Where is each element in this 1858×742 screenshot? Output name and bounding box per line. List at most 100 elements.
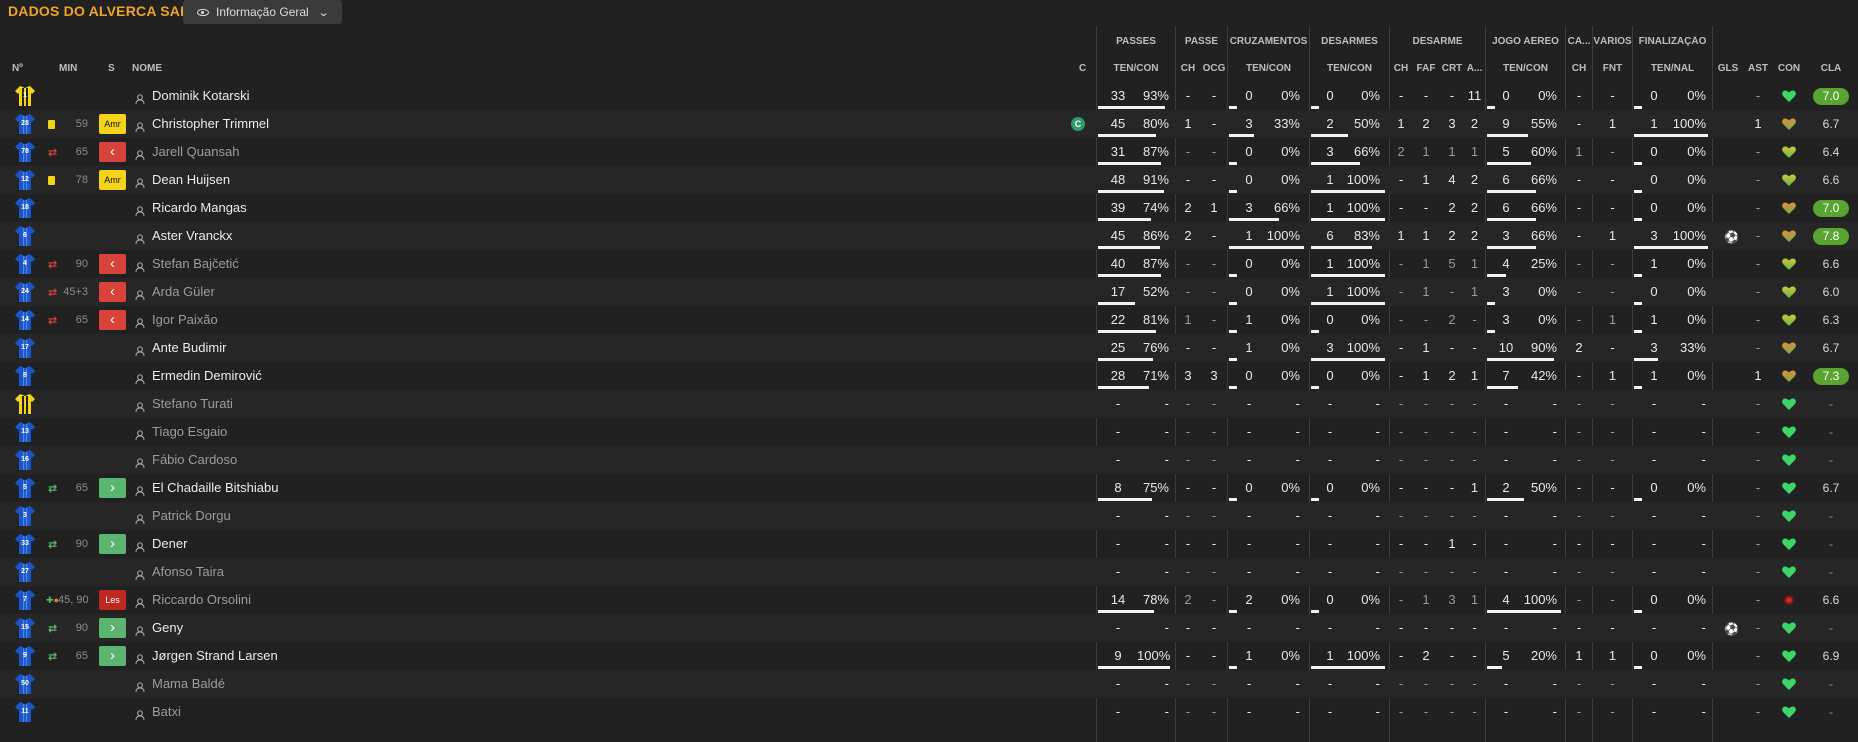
table-row[interactable]: 15 ⇄ 90 › Geny - - - - - - - - - - - - - - - - - - ⚽ - - [0, 614, 1858, 642]
col-header-gls[interactable]: GLS [1715, 63, 1741, 74]
col-header-min[interactable]: MIN [59, 63, 77, 74]
shirt-icon: 16 [14, 449, 36, 471]
table-row[interactable]: 14 ⇄ 65 ‹ Igor Paixão 22 81% 1-1 0% 0 0% - -2-3 0% -1 1… [0, 306, 1858, 334]
col-header-cruz-ten-con[interactable]: TEN/CON [1228, 63, 1309, 74]
view-dropdown[interactable]: Informação Geral ⌄ [183, 0, 342, 24]
player-name[interactable]: Dean Huijsen [152, 166, 230, 194]
player-name[interactable]: Riccardo Orsolini [152, 586, 251, 614]
table-row[interactable]: 7 ✚● 45, 90 Les Riccardo Orsolini 14 78% 2-2 0% 0… [0, 586, 1858, 614]
table-row[interactable]: 78 ⇄ 65 ‹ Jarell Quansah 31 87% - -0 0% 3 66% 2 1 1 1 5 6… [0, 138, 1858, 166]
desarme-ch-value: - [1398, 172, 1404, 187]
rating-value: 6.6 [1822, 257, 1840, 271]
rating-value: 6.7 [1822, 341, 1840, 355]
player-name[interactable]: Tiago Esgaio [152, 418, 227, 446]
desarme-crt-value: 3 [1448, 116, 1456, 131]
player-name[interactable]: Jørgen Strand Larsen [152, 642, 278, 670]
player-name[interactable]: Ante Budimir [152, 334, 226, 362]
col-header-ca-ch[interactable]: CH [1566, 63, 1592, 74]
player-name[interactable]: Batxi [152, 698, 181, 726]
player-name[interactable]: Christopher Trimmel [152, 110, 269, 138]
col-header-ast[interactable]: AST [1745, 63, 1771, 74]
col-header-cla[interactable]: CLA [1813, 63, 1849, 74]
col-header-desarme-a[interactable]: A... [1464, 63, 1485, 74]
player-name[interactable]: Dener [152, 530, 187, 558]
person-icon [135, 623, 145, 637]
table-row[interactable]: 33 ⇄ 90 › Dener - - - - - - - - - - 1 - - - - - - - - - [0, 530, 1858, 558]
player-name[interactable]: Dominik Kotarski [152, 82, 250, 110]
passes-bar [1098, 190, 1164, 193]
passe-ch-value: - [1185, 396, 1191, 411]
col-header-passe-ocg[interactable]: OCG [1201, 63, 1227, 74]
table-row[interactable]: 13 Tiago Esgaio - - - - - - - - - - - - - - - - - - - - [0, 418, 1858, 446]
tackles-attempted: - [1327, 424, 1333, 439]
col-header-passe-ch[interactable]: CH [1176, 63, 1200, 74]
col-header-num[interactable]: Nº [12, 63, 23, 74]
player-name[interactable]: Afonso Taira [152, 558, 224, 586]
shots-bar [1634, 190, 1642, 193]
shots-attempted: - [1651, 676, 1657, 691]
col-header-desarmes-ten-con[interactable]: TEN/CON [1310, 63, 1389, 74]
player-name[interactable]: Patrick Dorgu [152, 502, 231, 530]
table-row[interactable]: 9 ⇄ 65 › Jørgen Strand Larsen 9 100% - -1 0% 1 100%… [0, 642, 1858, 670]
col-header-desarme-ch[interactable]: CH [1390, 63, 1412, 74]
col-header-fnt[interactable]: FNT [1593, 63, 1632, 74]
shots-attempted: - [1651, 564, 1657, 579]
table-row[interactable]: 12 78 Amr Dean Huijsen 48 91% - -0 0% 1 100% -1 4 2 6 6… [0, 166, 1858, 194]
top-bar: DADOS DO ALVERCA SAD Informação Geral ⌄ [0, 0, 1858, 26]
table-row[interactable]: 17 Ante Budimir 25 76% - -1 0% 3 100% -1- -10 90% 2-… [0, 334, 1858, 362]
table-row[interactable]: 28 59 Amr Christopher Trimmel C 45 80% 1-3 33% 2 5… [0, 110, 1858, 138]
fnt-value: - [1610, 256, 1615, 271]
table-row[interactable]: 18 Ricardo Mangas 39 74% 2 1 3 66% 1 100% - -2 2 6 66%… [0, 194, 1858, 222]
col-header-c[interactable]: C [1079, 63, 1086, 74]
col-header-desarme-faf[interactable]: FAF [1413, 63, 1439, 74]
col-header-aereo-ten-con[interactable]: TEN/CON [1486, 63, 1565, 74]
col-header-s[interactable]: S [108, 63, 115, 74]
table-row[interactable]: 1 Dominik Kotarski 33 93% - -0 0% 0 0% - - -11 0 0% - -… [0, 82, 1858, 110]
assists-value: - [1755, 340, 1761, 355]
player-name[interactable]: Stefano Turati [152, 390, 233, 418]
table-row[interactable]: 8 Ermedin Demirović 28 71% 3 3 0 0% 0 0% -1 2 1 7 42% -… [0, 362, 1858, 390]
player-name[interactable]: Ricardo Mangas [152, 194, 247, 222]
table-row[interactable]: 4 ⇄ 90 ‹ Stefan Bajčetić 40 87% - -0 0% 1 100% -1 5 1 4… [0, 250, 1858, 278]
col-header-con[interactable]: CON [1774, 63, 1804, 74]
passes-bar [1098, 610, 1154, 613]
table-row[interactable]: 24 ⇄ 45+3 ‹ Arda Güler 17 52% - -0 0% 1 100% -1-1 3 0%… [0, 278, 1858, 306]
col-header-desarme-crt[interactable]: CRT [1440, 63, 1464, 74]
table-row[interactable]: 11 Batxi - - - - - - - - - - - - - - - - - - - - [0, 698, 1858, 726]
table-row[interactable]: 3 Patrick Dorgu - - - - - - - - - - - - - - - - - - - - [0, 502, 1858, 530]
passes-completed-pct: - [1164, 536, 1169, 551]
crosses-completed-pct: 0% [1281, 88, 1300, 103]
table-row[interactable]: 6 Aster Vranckx 45 86% 2-1 100% 6 83% 1 1 2 2 3 66% -1… [0, 222, 1858, 250]
table-row[interactable]: Stefano Turati - - - - - - - - - - - - - - - - - - - - [0, 390, 1858, 418]
assists-value: 1 [1754, 368, 1762, 383]
player-name[interactable]: Ermedin Demirović [152, 362, 262, 390]
col-header-passes-ten-con[interactable]: TEN/CON [1097, 63, 1175, 74]
table-row[interactable]: 50 Mama Baldé - - - - - - - - - - - - - - - - - - - - [0, 670, 1858, 698]
col-header-nome[interactable]: NOME [132, 63, 162, 74]
crosses-attempted: - [1246, 424, 1252, 439]
player-name[interactable]: Fábio Cardoso [152, 446, 237, 474]
goal-ball-icon: ⚽ [1724, 230, 1739, 244]
table-row[interactable]: 16 Fábio Cardoso - - - - - - - - - - - - - - - - - - - - [0, 446, 1858, 474]
desarme-ch-value: 1 [1397, 116, 1405, 131]
table-row[interactable]: 5 ⇄ 65 › El Chadaille Bitshiabu 8 75% - -0 0% 0 0% -… [0, 474, 1858, 502]
passe-ocg-value: 1 [1210, 200, 1218, 215]
player-name[interactable]: Mama Baldé [152, 670, 225, 698]
player-name[interactable]: Geny [152, 614, 183, 642]
shots-attempted: - [1651, 536, 1657, 551]
player-name[interactable]: Stefan Bajčetić [152, 250, 239, 278]
shirt-number: 12 [21, 176, 29, 183]
person-icon [135, 595, 145, 609]
crosses-bar [1229, 274, 1237, 277]
player-name[interactable]: Arda Güler [152, 278, 215, 306]
col-header-fin-ten-nal[interactable]: TEN/NAL [1633, 63, 1712, 74]
table-row[interactable]: 27 Afonso Taira - - - - - - - - - - - - - - - - - - - - [0, 558, 1858, 586]
shots-on-target-pct: - [1701, 564, 1706, 579]
shots-bar [1634, 246, 1708, 249]
player-name[interactable]: Igor Paixão [152, 306, 218, 334]
passes-bar [1098, 302, 1135, 305]
aerial-won-pct: - [1552, 508, 1557, 523]
player-name[interactable]: Aster Vranckx [152, 222, 232, 250]
player-name[interactable]: El Chadaille Bitshiabu [152, 474, 278, 502]
player-name[interactable]: Jarell Quansah [152, 138, 239, 166]
